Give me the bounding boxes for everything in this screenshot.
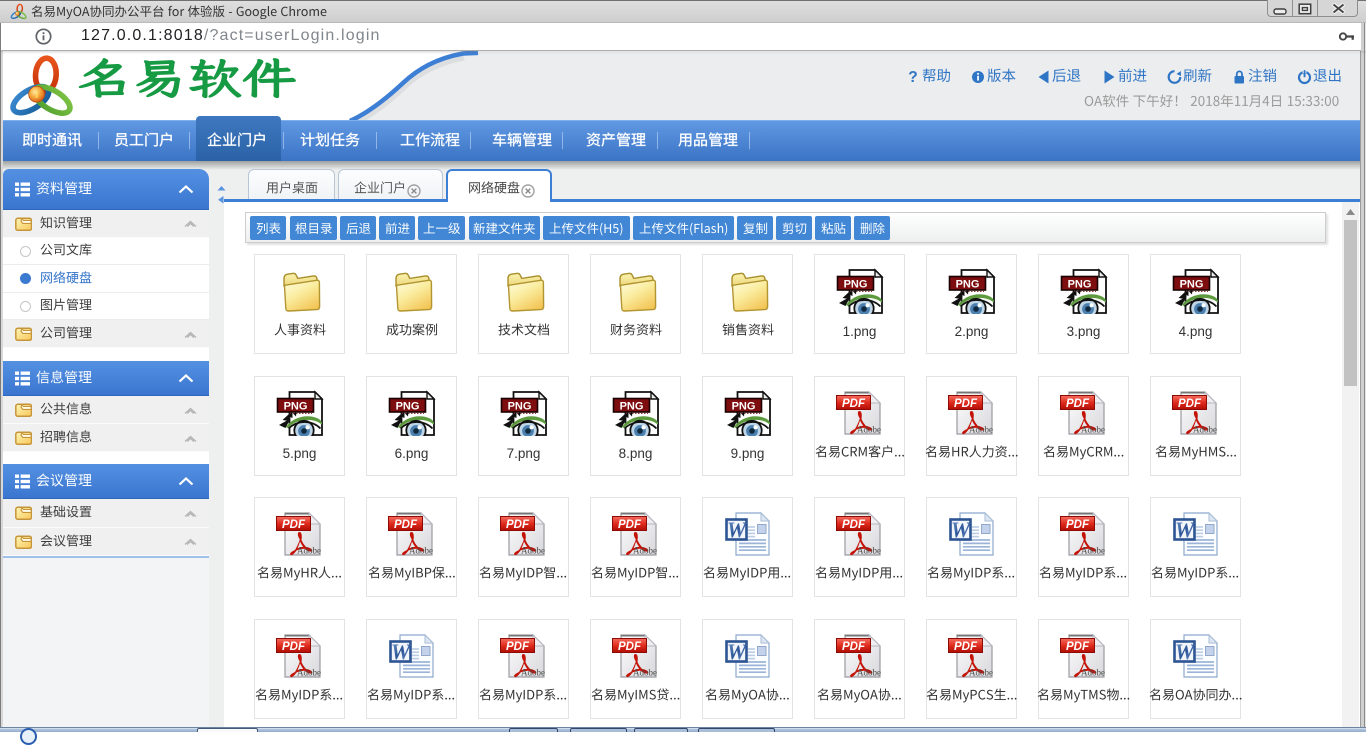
svg-text:?: ? bbox=[908, 69, 917, 85]
